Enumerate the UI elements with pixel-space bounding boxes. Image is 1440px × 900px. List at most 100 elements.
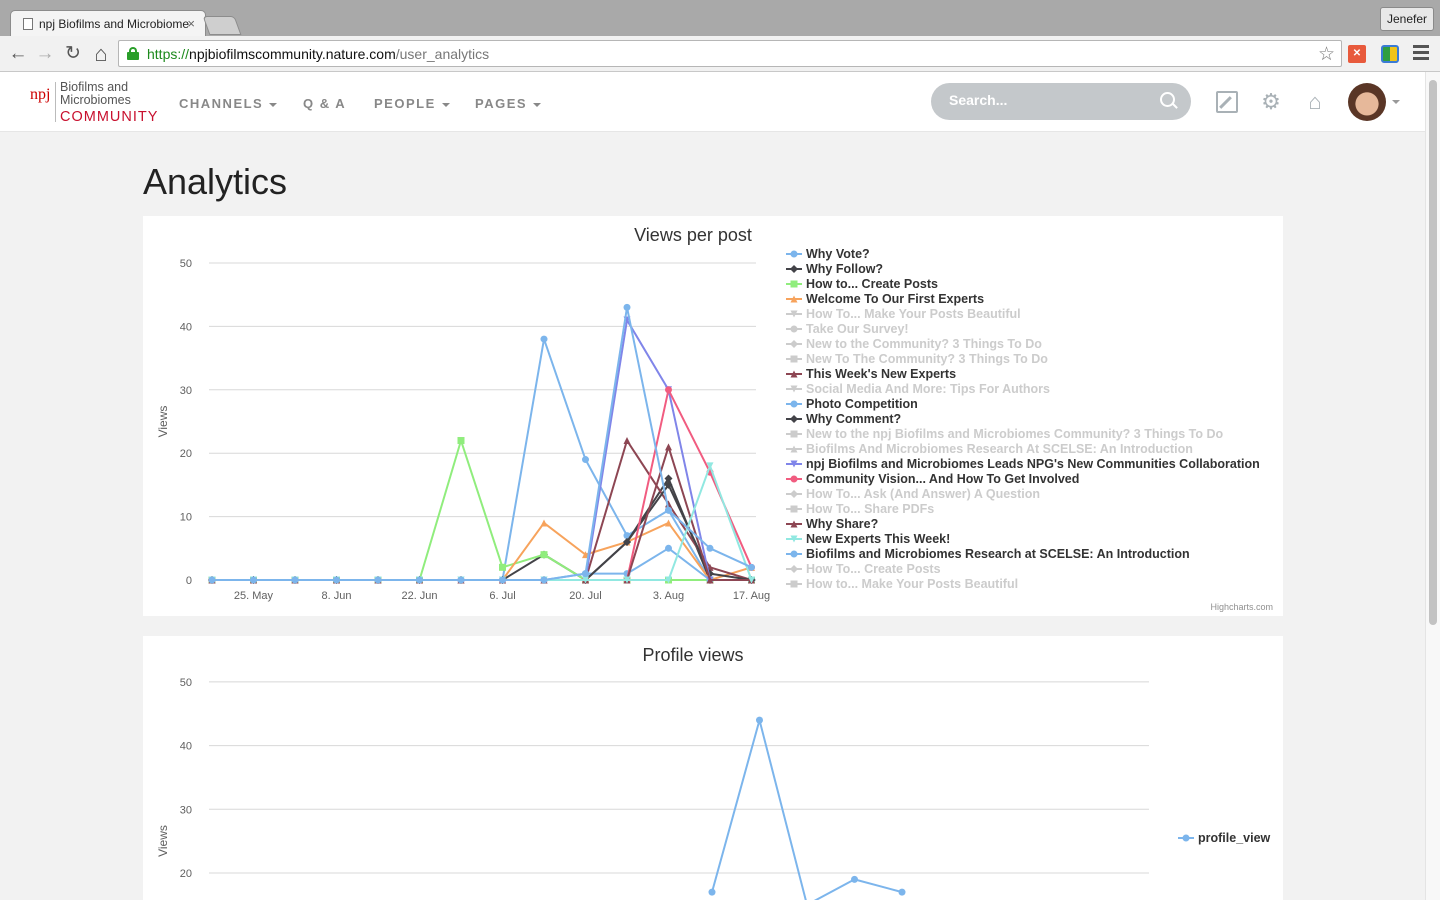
new-tab-button[interactable] <box>202 16 242 35</box>
data-point <box>665 443 672 451</box>
data-point <box>708 888 716 896</box>
legend-item[interactable]: Welcome To Our First Experts <box>786 292 984 306</box>
x-tick-label: 3. Aug <box>653 590 684 602</box>
legend-item[interactable]: Biofilms and Microbiomes Research at SCE… <box>786 547 1190 561</box>
x-tick-label: 6. Jul <box>489 590 515 602</box>
legend-item[interactable]: Why Comment? <box>786 412 901 426</box>
legend-item[interactable]: Biofilms And Microbiomes Research At SCE… <box>786 442 1193 456</box>
legend-label: How To... Create Posts <box>806 562 941 576</box>
data-point <box>706 544 714 552</box>
legend-item[interactable]: npj Biofilms and Microbiomes Leads NPG's… <box>786 457 1260 471</box>
data-point <box>416 576 423 584</box>
url-text[interactable]: https://npjbiofilmscommunity.nature.com/… <box>147 46 489 62</box>
reload-icon[interactable]: ↻ <box>61 42 85 66</box>
legend-marker <box>790 490 798 498</box>
legend-item[interactable]: How To... Make Your Posts Beautiful <box>786 307 1021 321</box>
lock-icon <box>127 47 139 60</box>
legend-item[interactable]: Why Share? <box>786 517 878 531</box>
page-title: Analytics <box>143 161 288 202</box>
y-tick-label: 30 <box>180 385 192 397</box>
compose-icon[interactable] <box>1216 91 1238 113</box>
x-tick-label: 17. Aug <box>733 590 770 602</box>
legend-marker <box>790 265 798 273</box>
legend-item[interactable]: Take Our Survey! <box>786 322 909 336</box>
legend-label: Welcome To Our First Experts <box>806 292 984 306</box>
legend-item[interactable]: New To The Community? 3 Things To Do <box>786 352 1048 366</box>
nav-q-and-a[interactable]: Q & A <box>303 96 346 111</box>
series-0 <box>708 716 906 900</box>
legend-label: Community Vision... And How To Get Invol… <box>806 472 1079 486</box>
chart-credits: Highcharts.com <box>1210 602 1273 612</box>
logo-title: Biofilms and Microbiomes <box>60 80 131 107</box>
legend-label: Biofilms And Microbiomes Research At SCE… <box>806 442 1193 456</box>
legend-marker <box>790 355 798 363</box>
browser-tab[interactable]: npj Biofilms and Microbiomes × <box>10 10 206 36</box>
data-point <box>665 544 672 552</box>
legend-label: profile_view <box>1198 831 1271 845</box>
legend-item[interactable]: How to... Make Your Posts Beautiful <box>786 577 1018 591</box>
legend-label: Why Vote? <box>806 247 870 261</box>
data-point <box>457 576 465 584</box>
series-20 <box>208 303 755 584</box>
legend-item[interactable]: Community Vision... And How To Get Invol… <box>786 472 1079 486</box>
data-point <box>665 386 672 394</box>
legend-item[interactable]: How To... Ask (And Answer) A Question <box>786 487 1040 501</box>
legend-label: Photo Competition <box>806 397 918 411</box>
tab-title: npj Biofilms and Microbiomes <box>39 17 189 31</box>
legend-item[interactable]: Social Media And More: Tips For Authors <box>786 382 1050 396</box>
extension-icon[interactable]: ✕ <box>1348 45 1366 63</box>
legend-marker <box>790 250 798 258</box>
search-input[interactable] <box>949 92 1149 108</box>
chevron-down-icon[interactable] <box>1392 100 1400 104</box>
x-tick-label: 8. Jun <box>322 590 352 602</box>
home-icon[interactable]: ⌂ <box>1304 91 1326 113</box>
avatar[interactable] <box>1348 83 1386 121</box>
forward-icon[interactable]: → <box>33 42 57 66</box>
nav-pages[interactable]: PAGES <box>475 96 542 111</box>
nav-channels[interactable]: CHANNELS <box>179 96 278 111</box>
profile-views-chart: Profile views 20 30 40 50 Views profile_view <box>156 645 1271 900</box>
legend-marker <box>790 415 798 423</box>
legend-label: Take Our Survey! <box>806 322 909 336</box>
y-tick-label: 10 <box>180 512 192 524</box>
legend-marker <box>790 430 798 438</box>
bookmark-star-icon[interactable]: ☆ <box>1318 43 1335 66</box>
legend-item[interactable]: New to the Community? 3 Things To Do <box>786 337 1042 351</box>
page-scrollbar[interactable] <box>1425 72 1440 900</box>
legend-item[interactable]: How To... Create Posts <box>786 562 941 576</box>
browser-profile-button[interactable]: Jenefer <box>1380 7 1434 31</box>
legend-item[interactable]: How To... Share PDFs <box>786 502 934 516</box>
legend-item[interactable]: This Week's New Experts <box>786 367 956 381</box>
legend-item[interactable]: Why Follow? <box>786 262 883 276</box>
extension-icon[interactable] <box>1381 45 1399 63</box>
browser-menu-icon[interactable] <box>1413 45 1429 61</box>
scrollbar-thumb[interactable] <box>1429 80 1437 625</box>
site-logo[interactable]: npj Biofilms and Microbiomes COMMUNITY <box>30 80 170 126</box>
data-point <box>582 570 589 578</box>
legend-item[interactable]: How to... Create Posts <box>786 277 938 291</box>
profile-views-chart-panel: Profile views 20 30 40 50 Views profile_view <box>143 636 1283 900</box>
data-point <box>540 519 548 527</box>
legend-item[interactable]: New to the npj Biofilms and Microbiomes … <box>786 427 1224 441</box>
legend-label: How To... Ask (And Answer) A Question <box>806 487 1040 501</box>
legend-item[interactable]: New Experts This Week! <box>786 532 950 546</box>
legend-label: How to... Make Your Posts Beautiful <box>806 577 1018 591</box>
y-tick-label: 40 <box>180 321 192 333</box>
legend-item[interactable]: Why Vote? <box>786 247 870 261</box>
data-point <box>540 335 548 343</box>
legend-marker <box>790 505 798 513</box>
legend-item[interactable]: profile_view <box>1178 831 1271 845</box>
search-icon[interactable] <box>1160 92 1175 107</box>
close-icon[interactable]: × <box>187 16 195 31</box>
legend-item[interactable]: Photo Competition <box>786 397 918 411</box>
x-tick-label: 20. Jul <box>569 590 601 602</box>
legend-marker <box>790 580 798 588</box>
legend-label: Biofilms and Microbiomes Research at SCE… <box>806 547 1190 561</box>
data-point <box>333 576 340 584</box>
home-icon[interactable]: ⌂ <box>89 42 113 66</box>
gear-icon[interactable]: ⚙ <box>1260 91 1282 113</box>
series-14 <box>208 316 755 584</box>
nav-people[interactable]: PEOPLE <box>374 96 450 111</box>
address-bar[interactable]: https://npjbiofilmscommunity.nature.com/… <box>118 40 1342 67</box>
back-icon[interactable]: ← <box>6 42 30 66</box>
